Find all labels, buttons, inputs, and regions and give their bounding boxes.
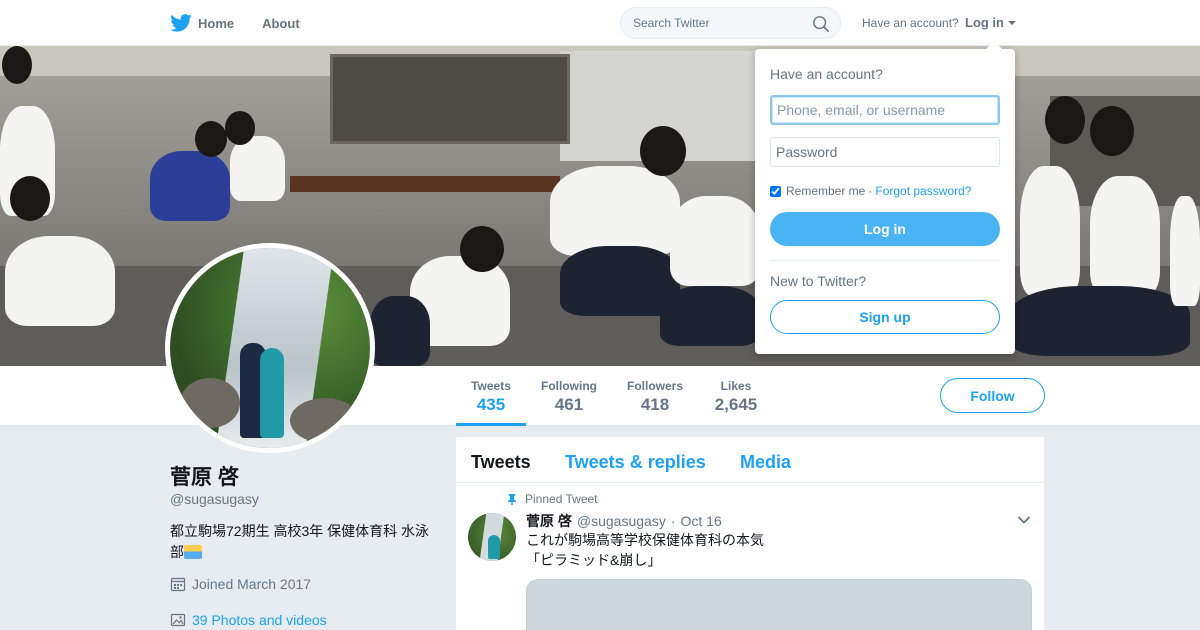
- avatar-person: [260, 348, 284, 438]
- nav-home-label: Home: [198, 15, 235, 31]
- profile-avatar[interactable]: [165, 243, 375, 453]
- banner-figure-head: [10, 176, 50, 221]
- banner-figure: [370, 296, 430, 366]
- stat-tweets-value: 435: [476, 395, 506, 414]
- tweet-text-line2: 「ピラミッド&崩し」: [526, 552, 662, 568]
- banner-figure: [660, 286, 760, 346]
- stat-tweets[interactable]: Tweets 435: [456, 366, 526, 426]
- tweet-text: これが駒場高等学校保健体育科の本気 「ピラミッド&崩し」: [526, 530, 764, 570]
- have-account-text: Have an account?: [862, 16, 959, 30]
- profile-joined-text: Joined March 2017: [192, 576, 312, 592]
- remember-me-label[interactable]: Remember me: [786, 184, 865, 198]
- photos-videos-label: 39 Photos and videos: [192, 612, 327, 628]
- banner-bg-table: [290, 176, 560, 192]
- login-dropdown: Have an account? Remember me · Forgot pa…: [755, 41, 1015, 354]
- tab-tweets[interactable]: Tweets: [471, 452, 531, 473]
- profile-handle[interactable]: @sugasugasy: [170, 491, 259, 507]
- banner-figure: [1170, 196, 1200, 306]
- dropdown-title: Have an account?: [770, 66, 883, 82]
- tweet-date[interactable]: Oct 16: [681, 513, 722, 529]
- tweet-author-handle[interactable]: @sugasugasy: [577, 513, 666, 529]
- remember-separator: ·: [868, 184, 873, 198]
- remember-row: Remember me · Forgot password?: [770, 184, 971, 198]
- caret-down-icon: [1008, 20, 1016, 25]
- timeline: Tweets Tweets & replies Media Pinned Twe…: [456, 437, 1044, 630]
- pinned-tweet-indicator: Pinned Tweet: [506, 492, 598, 506]
- login-button[interactable]: Log in: [770, 212, 1000, 246]
- banner-figure-head: [460, 226, 504, 272]
- nav-home-link[interactable]: Home: [170, 14, 234, 32]
- follow-button[interactable]: Follow: [940, 378, 1045, 413]
- photos-videos-link[interactable]: 39 Photos and videos: [170, 612, 327, 628]
- banner-figure-head: [195, 121, 227, 157]
- banner-figure-head: [2, 46, 32, 84]
- tweet-avatar[interactable]: [468, 513, 516, 561]
- banner-figure: [670, 196, 760, 286]
- stat-followers-label: Followers: [626, 379, 683, 393]
- tweet-media[interactable]: [526, 579, 1032, 630]
- banner-figure-head: [1045, 96, 1085, 144]
- profile-bio: 都立駒場72期生 高校3年 保健体育科 水泳部: [170, 521, 440, 563]
- tweet-header: 菅原 啓 @sugasugasy · Oct 16: [526, 511, 722, 531]
- nav-left: Home About: [170, 0, 300, 46]
- photo-icon: [170, 613, 186, 627]
- stat-following-label: Following: [541, 379, 597, 393]
- tweet-author-name[interactable]: 菅原 啓: [526, 511, 572, 531]
- tab-media[interactable]: Media: [740, 452, 791, 473]
- banner-figure: [5, 236, 115, 326]
- stat-followers-value: 418: [640, 395, 670, 414]
- profile-name[interactable]: 菅原 啓: [170, 461, 239, 491]
- search-icon[interactable]: [812, 15, 830, 33]
- banner-figure-head: [640, 126, 686, 176]
- stat-likes-value: 2,645: [714, 395, 758, 414]
- timeline-tabs: Tweets Tweets & replies Media: [456, 437, 1044, 483]
- avatar-rock: [290, 398, 360, 443]
- tweet-avatar-person: [488, 535, 500, 559]
- new-to-twitter-text: New to Twitter?: [770, 273, 867, 289]
- stat-following-value: 461: [554, 395, 584, 414]
- login-menu-label: Log in: [965, 15, 1004, 30]
- login-menu-toggle[interactable]: Log in: [965, 15, 1016, 30]
- banner-figure: [1010, 286, 1190, 356]
- tweet-dot-separator: ·: [670, 513, 676, 529]
- banner-figure: [550, 166, 680, 256]
- search-input[interactable]: [633, 16, 803, 30]
- pin-icon: [508, 494, 516, 505]
- search-box[interactable]: [620, 7, 841, 39]
- nav-about-link[interactable]: About: [262, 16, 300, 31]
- tweet-text-line1: これが駒場高等学校保健体育科の本気: [526, 532, 764, 548]
- stat-likes-label: Likes: [720, 379, 752, 393]
- forgot-password-link[interactable]: Forgot password?: [875, 184, 971, 198]
- stat-following[interactable]: Following 461: [533, 366, 605, 426]
- banner-figure-head: [225, 111, 255, 145]
- remember-me-checkbox[interactable]: [770, 185, 781, 197]
- banner-bg-shelf: [330, 54, 570, 144]
- profile-joined: Joined March 2017: [170, 576, 311, 592]
- profile-bio-text: 都立駒場72期生 高校3年 保健体育科 水泳部: [170, 523, 430, 560]
- dropdown-divider: [770, 260, 1000, 261]
- signup-button[interactable]: Sign up: [770, 300, 1000, 334]
- stat-followers[interactable]: Followers 418: [619, 366, 691, 426]
- chevron-down-icon[interactable]: [1017, 515, 1031, 525]
- top-navigation: Home About Have an account? Log in: [0, 0, 1200, 46]
- tab-tweets-replies[interactable]: Tweets & replies: [565, 452, 706, 473]
- pinned-tweet-label: Pinned Tweet: [525, 492, 598, 506]
- banner-figure: [150, 151, 230, 221]
- banner-figure: [1020, 166, 1080, 296]
- banner-figure: [1090, 176, 1160, 296]
- stat-tweets-label: Tweets: [471, 379, 511, 393]
- password-input[interactable]: [770, 137, 1000, 167]
- swimmer-emoji-icon: [184, 545, 202, 559]
- banner-figure-head: [1090, 106, 1134, 156]
- twitter-bird-icon: [170, 14, 192, 32]
- banner-figure: [230, 136, 285, 201]
- stat-likes[interactable]: Likes 2,645: [705, 366, 767, 426]
- calendar-icon: [170, 577, 186, 592]
- username-input[interactable]: [770, 95, 1000, 125]
- avatar-rock: [180, 378, 240, 428]
